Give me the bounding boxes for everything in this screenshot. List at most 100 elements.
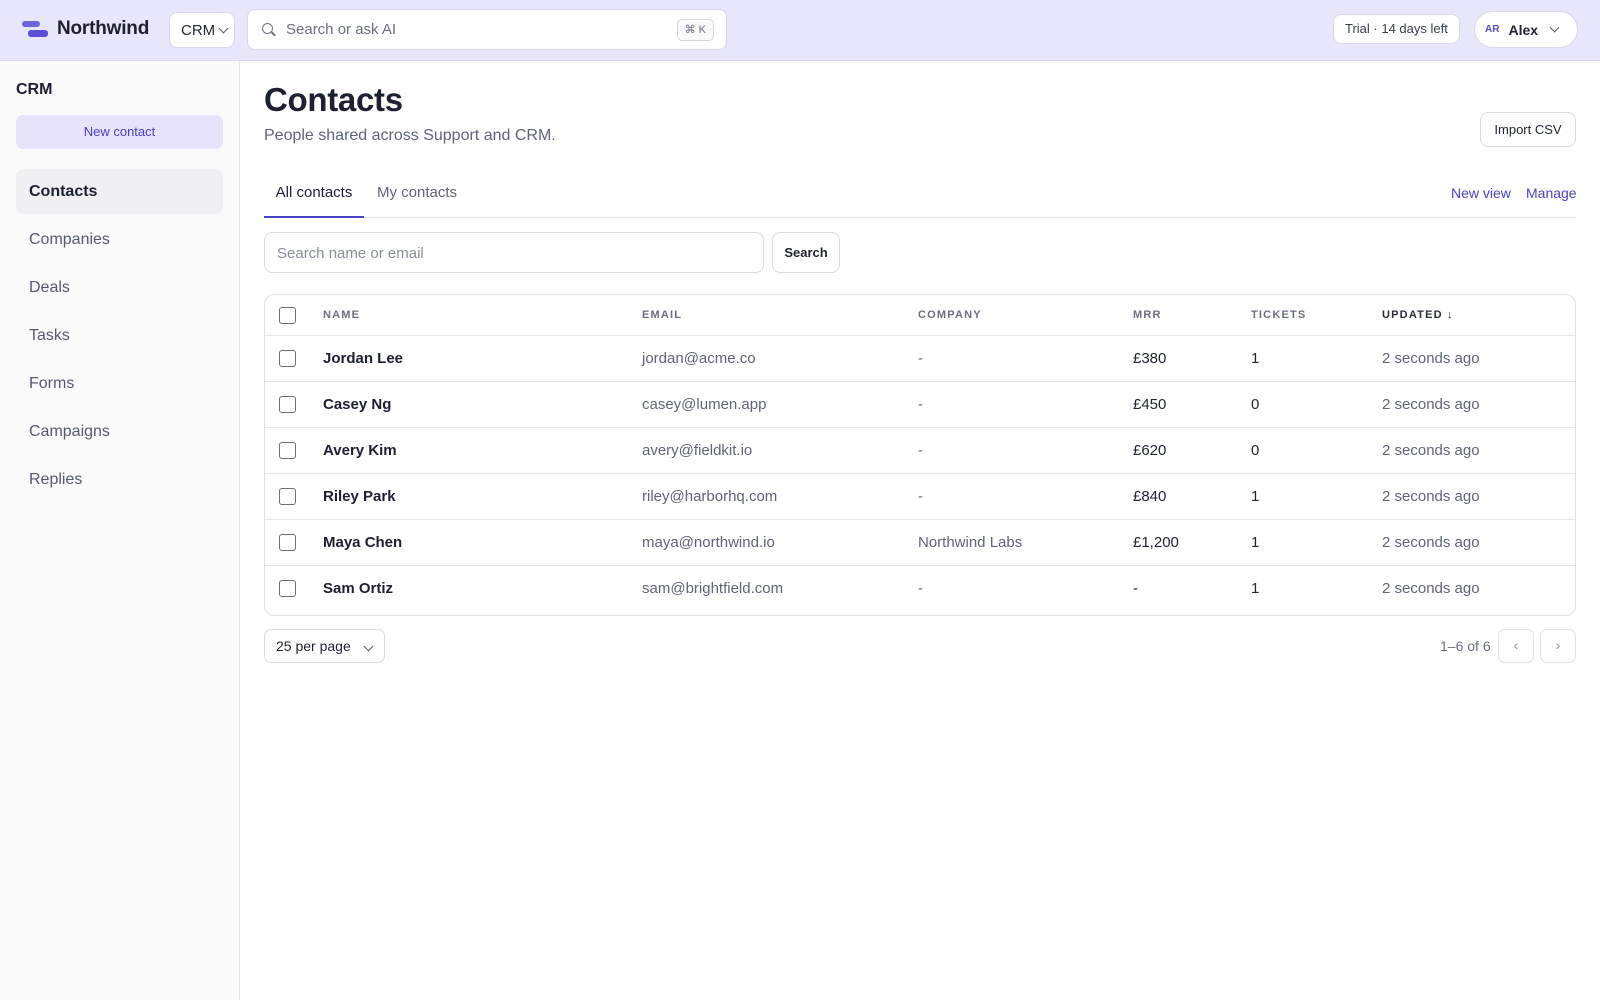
contact-mrr: £1,200 (1133, 534, 1179, 551)
contact-name[interactable]: Sam Ortiz (323, 566, 393, 612)
column-header-email[interactable]: EMAIL (642, 295, 682, 336)
avatar: AR (1485, 24, 1500, 35)
previous-page-button[interactable]: ‹ (1498, 629, 1534, 663)
row-checkbox[interactable] (279, 534, 296, 551)
global-search-input[interactable]: Search or ask AI ⌘ K (247, 9, 727, 50)
keyboard-shortcut-badge: ⌘ K (676, 19, 714, 41)
view-tabs: All contacts My contacts New view Manage (264, 173, 1577, 218)
northwind-logo-icon (22, 19, 48, 39)
sidebar-item-tasks[interactable]: Tasks (16, 313, 223, 358)
chevron-down-icon (1549, 22, 1560, 33)
contact-email: casey@lumen.app (642, 396, 767, 413)
trial-badge[interactable]: Trial · 14 days left (1333, 14, 1460, 44)
row-checkbox[interactable] (279, 350, 296, 367)
sidebar-item-forms[interactable]: Forms (16, 361, 223, 406)
search-button[interactable]: Search (772, 232, 840, 273)
chevron-down-icon (218, 23, 229, 33)
brand-name: Northwind (57, 18, 150, 39)
column-header-name[interactable]: NAME (323, 295, 360, 336)
tab-all-contacts[interactable]: All contacts (264, 173, 364, 218)
contact-updated: 2 seconds ago (1382, 350, 1480, 367)
contact-name[interactable]: Casey Ng (323, 382, 391, 428)
table-row[interactable]: Sam Ortiz sam@brightfield.com - - 1 2 se… (265, 566, 1575, 612)
contact-company: - (918, 580, 923, 597)
column-header-mrr[interactable]: MRR (1133, 295, 1162, 336)
contact-email: riley@harborhq.com (642, 488, 778, 505)
contact-name[interactable]: Riley Park (323, 474, 396, 520)
contact-email: sam@brightfield.com (642, 580, 784, 597)
contact-company[interactable]: Northwind Labs (918, 520, 1022, 566)
table-row[interactable]: Casey Ng casey@lumen.app - £450 0 2 seco… (265, 382, 1575, 428)
contact-tickets: 1 (1251, 350, 1260, 367)
contact-email: maya@northwind.io (642, 534, 775, 551)
global-search-placeholder: Search or ask AI (286, 21, 397, 38)
search-icon (262, 23, 276, 37)
page-title: Contacts (264, 81, 403, 118)
contact-mrr: £840 (1133, 488, 1167, 505)
table-row[interactable]: Maya Chen maya@northwind.io Northwind La… (265, 520, 1575, 566)
sidebar-title: CRM (16, 81, 53, 98)
contact-updated: 2 seconds ago (1382, 442, 1480, 459)
table-header-row: NAME EMAIL COMPANY MRR TICKETS UPDATED ↓ (265, 295, 1575, 336)
contact-tickets: 1 (1251, 534, 1260, 551)
contact-mrr: £620 (1133, 442, 1167, 459)
contact-name[interactable]: Jordan Lee (323, 336, 403, 382)
row-checkbox[interactable] (279, 580, 296, 597)
import-csv-button[interactable]: Import CSV (1480, 112, 1576, 147)
contact-search-field (264, 232, 764, 273)
app-switcher[interactable]: CRM (169, 12, 235, 48)
row-checkbox[interactable] (279, 442, 296, 459)
table-row[interactable]: Avery Kim avery@fieldkit.io - £620 0 2 s… (265, 428, 1575, 474)
next-page-button[interactable]: › (1540, 629, 1576, 663)
sidebar-nav: Contacts Companies Deals Tasks Forms Cam… (16, 169, 223, 505)
contact-updated: 2 seconds ago (1382, 396, 1480, 413)
contact-company: - (918, 396, 923, 413)
column-header-updated[interactable]: UPDATED ↓ (1382, 295, 1454, 336)
top-bar: Northwind CRM Search or ask AI ⌘ K Trial… (0, 0, 1600, 61)
contact-tickets: 0 (1251, 442, 1260, 459)
table-row[interactable]: Riley Park riley@harborhq.com - £840 1 2… (265, 474, 1575, 520)
brand[interactable]: Northwind (22, 18, 149, 40)
sidebar-item-replies[interactable]: Replies (16, 457, 223, 502)
contact-company: - (918, 488, 923, 505)
contact-tickets: 1 (1251, 488, 1260, 505)
per-page-select[interactable]: 25 per page (264, 629, 385, 663)
per-page-label: 25 per page (276, 638, 351, 654)
page-subtitle: People shared across Support and CRM. (264, 127, 556, 144)
tab-my-contacts[interactable]: My contacts (377, 173, 457, 218)
new-view-link[interactable]: New view (1451, 185, 1511, 201)
sidebar-item-companies[interactable]: Companies (16, 217, 223, 262)
sidebar-item-contacts[interactable]: Contacts (16, 169, 223, 214)
row-checkbox[interactable] (279, 396, 296, 413)
contact-updated: 2 seconds ago (1382, 488, 1480, 505)
contact-search-input[interactable] (277, 243, 747, 263)
new-contact-button[interactable]: New contact (16, 115, 223, 149)
table-row[interactable]: Jordan Lee jordan@acme.co - £380 1 2 sec… (265, 336, 1575, 382)
contact-mrr: £380 (1133, 350, 1167, 367)
app-switcher-label: CRM (181, 21, 216, 39)
contact-mrr: - (1133, 580, 1138, 597)
row-checkbox[interactable] (279, 488, 296, 505)
column-header-company[interactable]: COMPANY (918, 295, 982, 336)
contact-mrr: £450 (1133, 396, 1167, 413)
user-name: Alex (1508, 21, 1539, 38)
contact-email: jordan@acme.co (642, 350, 756, 367)
contact-email: avery@fieldkit.io (642, 442, 753, 459)
sidebar-item-campaigns[interactable]: Campaigns (16, 409, 223, 454)
contact-company: - (918, 442, 923, 459)
contact-name[interactable]: Avery Kim (323, 428, 397, 474)
sidebar-item-deals[interactable]: Deals (16, 265, 223, 310)
user-menu[interactable]: AR Alex (1474, 11, 1578, 48)
chevron-down-icon (363, 641, 374, 652)
contacts-table: NAME EMAIL COMPANY MRR TICKETS UPDATED ↓… (264, 294, 1576, 616)
column-header-tickets[interactable]: TICKETS (1251, 295, 1306, 336)
pagination-count: 1–6 of 6 (1440, 638, 1491, 654)
select-all-checkbox[interactable] (279, 307, 296, 324)
contact-tickets: 0 (1251, 396, 1260, 413)
contact-updated: 2 seconds ago (1382, 580, 1480, 597)
contact-name[interactable]: Maya Chen (323, 520, 402, 566)
manage-link[interactable]: Manage (1526, 185, 1577, 201)
sidebar: CRM New contact Contacts Companies Deals… (0, 61, 240, 1000)
contact-company: - (918, 350, 923, 367)
contact-tickets: 1 (1251, 580, 1260, 597)
